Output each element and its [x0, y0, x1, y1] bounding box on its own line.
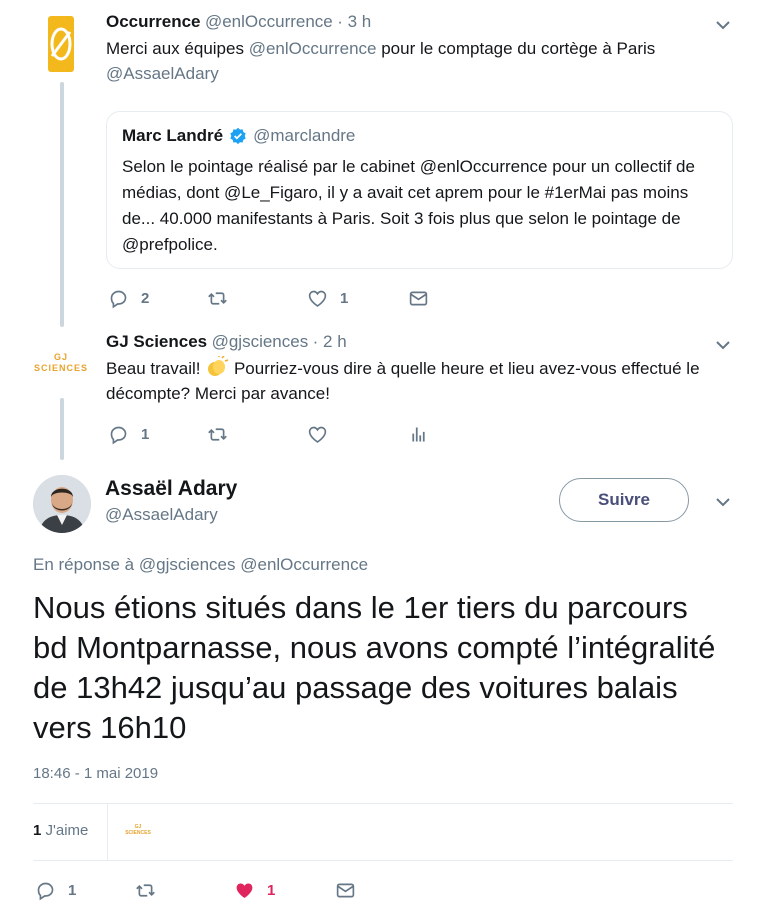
tweet1-author-handle[interactable]: @enlOccurrence: [205, 12, 333, 31]
quote-text: Selon le pointage réalisé par le cabinet…: [122, 157, 695, 254]
tweet1-reply-button[interactable]: 2: [108, 288, 149, 309]
retweet-icon: [208, 428, 227, 441]
main-menu-chevron[interactable]: [712, 491, 734, 518]
heart-icon: [308, 290, 327, 307]
tweet2-text: Beau travail! Pourriez-vous dire à quell…: [106, 355, 736, 406]
quote-author-handle: @marclandre: [253, 126, 356, 145]
tweet2-analytics-button[interactable]: [408, 424, 429, 445]
tweet2-text-part: Pourriez-vous dire à quelle heure et lie…: [229, 359, 700, 378]
envelope-icon: [409, 291, 428, 306]
main-reply-count: 1: [68, 882, 77, 899]
main-tweet-timestamp[interactable]: 18:46 - 1 mai 2019: [33, 765, 158, 782]
reply-icon: [110, 426, 127, 445]
liker-logo-bottom: SCIENCES: [125, 830, 151, 836]
mention-link[interactable]: @AssaelAdary: [106, 64, 219, 83]
chevron-down-icon: [716, 341, 730, 350]
person-photo-icon: [33, 475, 91, 533]
tweet1-like-count: 1: [340, 290, 349, 307]
likes-vertical-divider: [107, 804, 108, 860]
analytics-bars-icon: [412, 427, 425, 442]
tweet2-like-button[interactable]: [307, 424, 328, 445]
thread-line-2: [60, 398, 64, 460]
thread-line-1: [60, 82, 64, 327]
likes-count: 1: [33, 822, 42, 839]
main-author-handle[interactable]: @AssaelAdary: [105, 505, 218, 525]
main-retweet-button[interactable]: [135, 880, 156, 901]
reply-icon: [37, 882, 54, 901]
tweet1-dm-button[interactable]: [408, 288, 429, 309]
retweet-icon: [208, 292, 227, 305]
tweet2-text-part: décompte? Merci par avance!: [106, 384, 330, 403]
quote-author-name: Marc Landré: [122, 126, 224, 145]
occurrence-logo-icon: [48, 16, 74, 72]
heart-icon: [308, 426, 327, 443]
heart-filled-icon: [236, 883, 253, 898]
reply-to-mention[interactable]: @gjsciences: [139, 555, 236, 574]
main-author-name[interactable]: Assaël Adary: [105, 477, 237, 501]
tweet1-time[interactable]: · 3 h: [337, 12, 371, 31]
tweet1-retweet-button[interactable]: [207, 288, 228, 309]
main-like-count: 1: [267, 882, 276, 899]
quoted-tweet[interactable]: Marc Landré @marclandre Selon le pointag…: [106, 111, 733, 269]
likes-summary[interactable]: 1 J'aime: [33, 822, 88, 839]
main-like-button[interactable]: 1: [234, 880, 275, 901]
tweet2-author-handle[interactable]: @gjsciences: [212, 332, 309, 351]
divider-top: [33, 803, 733, 804]
quote-header: Marc Landré @marclandre: [122, 126, 717, 146]
assael-avatar[interactable]: [33, 475, 91, 533]
divider-bottom: [33, 860, 733, 861]
clapping-hands-icon: [208, 355, 229, 376]
tweet1-reply-count: 2: [141, 290, 150, 307]
tweet2-reply-count: 1: [141, 426, 150, 443]
follow-button[interactable]: Suivre: [559, 478, 689, 522]
tweet2-retweet-button[interactable]: [207, 424, 228, 445]
reply-to-line: En réponse à @gjsciences @enlOccurrence: [33, 555, 368, 575]
reply-to-mention[interactable]: @enlOccurrence: [240, 555, 368, 574]
liker-avatar-gjsciences[interactable]: GJ SCIENCES: [118, 824, 158, 836]
tweet1-text: Merci aux équipes @enlOccurrence pour le…: [106, 36, 726, 86]
verified-badge-icon: [230, 127, 246, 145]
tweet2-reply-button[interactable]: 1: [108, 424, 149, 445]
gjsciences-avatar[interactable]: GJ SCIENCES: [30, 352, 92, 374]
tweet2-header: GJ Sciences @gjsciences · 2 h: [106, 332, 347, 352]
chevron-down-icon: [716, 498, 730, 507]
likes-label: J'aime: [45, 822, 89, 839]
retweet-icon: [136, 884, 155, 897]
main-dm-button[interactable]: [335, 880, 356, 901]
tweet1-text-part: Merci aux équipes: [106, 39, 249, 58]
main-tweet-text: Nous étions situés dans le 1er tiers du …: [33, 590, 716, 745]
tweet1-author-name[interactable]: Occurrence: [106, 12, 201, 31]
reply-icon: [110, 290, 127, 309]
tweet1-text-part: pour le comptage du cortège à Paris: [376, 39, 656, 58]
tweet2-time[interactable]: · 2 h: [313, 332, 347, 351]
main-reply-button[interactable]: 1: [35, 880, 76, 901]
tweet2-author-name[interactable]: GJ Sciences: [106, 332, 207, 351]
tweet2-text-part: Beau travail!: [106, 359, 201, 378]
tweet1-header: Occurrence @enlOccurrence · 3 h: [106, 12, 371, 32]
envelope-icon: [336, 883, 355, 898]
tweet1-like-button[interactable]: 1: [307, 288, 348, 309]
gj-logo-bottom: SCIENCES: [33, 363, 88, 373]
chevron-down-icon: [716, 21, 730, 30]
gj-logo-top: GJ: [53, 352, 68, 362]
reply-to-prefix: En réponse à: [33, 555, 139, 574]
mention-link[interactable]: @enlOccurrence: [249, 39, 377, 58]
occurrence-avatar[interactable]: [46, 14, 76, 74]
